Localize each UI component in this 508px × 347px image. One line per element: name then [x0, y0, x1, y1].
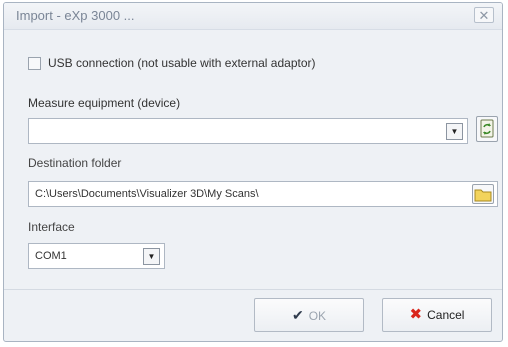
cancel-button[interactable]: ✖ Cancel — [382, 298, 492, 332]
destination-value: C:\Users\Documents\Visualizer 3D\My Scan… — [35, 188, 259, 200]
window-title: Import - eXp 3000 ... — [16, 8, 135, 23]
import-dialog: Import - eXp 3000 ... ✕ USB connection (… — [3, 2, 503, 342]
interface-label: Interface — [28, 220, 75, 234]
refresh-icon — [480, 119, 494, 138]
device-label: Measure equipment (device) — [28, 96, 181, 110]
device-dropdown-button[interactable]: ▼ — [446, 123, 463, 140]
destination-label: Destination folder — [28, 156, 122, 170]
ok-button[interactable]: ✔ OK — [254, 298, 364, 332]
close-icon: ✕ — [478, 8, 490, 23]
usb-checkbox-label: USB connection (not usable with external… — [48, 56, 316, 70]
interface-dropdown-button[interactable]: ▼ — [143, 248, 160, 265]
chevron-down-icon: ▼ — [147, 252, 156, 261]
device-select[interactable]: ▼ — [28, 118, 468, 144]
interface-select[interactable]: COM1 ▼ — [28, 243, 165, 269]
browse-folder-button[interactable] — [472, 184, 494, 204]
usb-checkbox[interactable] — [28, 57, 41, 70]
ok-button-label: OK — [308, 309, 327, 323]
check-icon: ✔ — [291, 307, 304, 323]
title-bar: Import - eXp 3000 ... ✕ — [4, 3, 502, 30]
interface-select-value: COM1 — [35, 250, 67, 262]
cancel-icon: ✖ — [409, 306, 423, 323]
folder-icon — [474, 189, 492, 202]
chevron-down-icon: ▼ — [450, 127, 459, 136]
close-button[interactable]: ✕ — [474, 7, 494, 23]
cancel-button-label: Cancel — [427, 308, 465, 322]
refresh-devices-button[interactable] — [476, 116, 498, 142]
destination-field[interactable]: C:\Users\Documents\Visualizer 3D\My Scan… — [28, 181, 498, 207]
footer-divider — [4, 289, 502, 290]
